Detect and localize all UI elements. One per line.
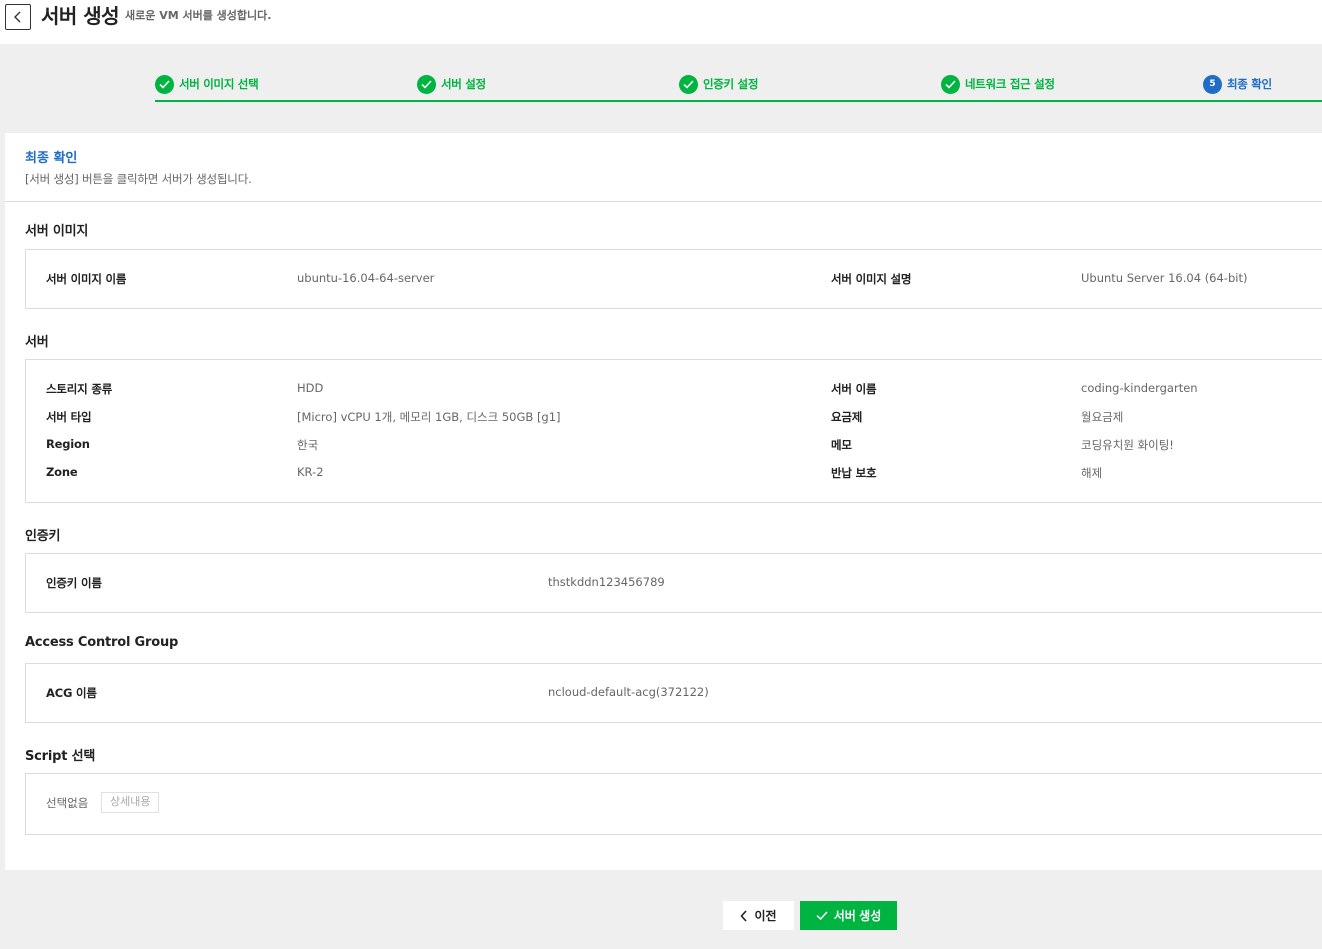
zone-value: KR-2 (297, 465, 324, 479)
memo-value: 코딩유치원 화이팅! (1081, 438, 1174, 452)
step-indicator: 서버 이미지 선택 서버 설정 인증키 설정 네트워크 접근 설정 5 최종 확… (155, 73, 1322, 103)
prev-button-label: 이전 (754, 909, 777, 923)
create-server-button-label: 서버 생성 (833, 909, 882, 923)
check-icon (155, 74, 174, 94)
server-type-value: [Micro] vCPU 1개, 메모리 1GB, 디스크 50GB [g1] (297, 410, 561, 424)
chevron-left-icon (740, 909, 748, 922)
storage-type-label: 스토리지 종류 (46, 382, 113, 396)
section-title-script: Script 선택 (25, 749, 96, 764)
section-title-server: 서버 (25, 335, 49, 350)
step-label: 최종 확인 (1227, 77, 1272, 91)
page-title: 서버 생성 (41, 4, 120, 28)
script-detail-button[interactable]: 상세내용 (101, 792, 160, 813)
check-icon (941, 74, 960, 94)
back-button[interactable] (5, 4, 31, 30)
page-subtitle: 새로운 VM 서버를 생성합니다. (125, 9, 272, 22)
zone-label: Zone (46, 465, 78, 479)
page-header: 서버 생성 새로운 VM 서버를 생성합니다. (0, 0, 1322, 44)
auth-key-box: 인증키 이름 thstkddn123456789 (25, 553, 1322, 613)
prev-button[interactable]: 이전 (723, 901, 794, 930)
server-image-desc-label: 서버 이미지 설명 (831, 272, 912, 286)
step-server-settings[interactable]: 서버 설정 (417, 74, 486, 94)
server-image-name-label: 서버 이미지 이름 (46, 272, 127, 286)
script-box: 선택없음 상세내용 (25, 773, 1322, 835)
step-auth-key[interactable]: 인증키 설정 (679, 74, 758, 94)
section-title-server-image: 서버 이미지 (25, 224, 89, 239)
auth-key-name-label: 인증키 이름 (46, 576, 102, 590)
billing-label: 요금제 (831, 410, 863, 424)
step-label: 인증키 설정 (703, 77, 759, 91)
server-type-label: 서버 타입 (46, 410, 92, 424)
server-name-label: 서버 이름 (831, 382, 877, 396)
final-confirm-panel: 최종 확인 [서버 생성] 버튼을 클릭하면 서버가 생성됩니다. 서버 이미지… (5, 133, 1322, 870)
check-icon (417, 74, 436, 94)
server-box: 스토리지 종류 HDD 서버 타입 [Micro] vCPU 1개, 메모리 1… (25, 359, 1322, 503)
server-image-box: 서버 이미지 이름 ubuntu-16.04-64-server 서버 이미지 … (25, 249, 1322, 309)
step-label: 서버 설정 (441, 77, 486, 91)
server-image-desc-value: Ubuntu Server 16.04 (64-bit) (1081, 271, 1248, 285)
step-progress-line (155, 100, 1322, 102)
step-network-access[interactable]: 네트워크 접근 설정 (941, 74, 1055, 94)
section-title-auth-key: 인증키 (25, 529, 61, 544)
check-icon (816, 911, 828, 920)
final-confirm-description: [서버 생성] 버튼을 클릭하면 서버가 생성됩니다. (25, 172, 252, 186)
server-name-value: coding-kindergarten (1081, 381, 1198, 395)
acg-name-value: ncloud-default-acg(372122) (548, 685, 709, 699)
section-title-acg: Access Control Group (25, 635, 179, 650)
auth-key-name-value: thstkddn123456789 (548, 575, 665, 589)
chevron-left-icon (14, 11, 21, 23)
step-label: 서버 이미지 선택 (179, 77, 259, 91)
server-image-name-value: ubuntu-16.04-64-server (297, 271, 435, 285)
create-server-button[interactable]: 서버 생성 (800, 901, 897, 930)
check-icon (679, 74, 698, 94)
region-label: Region (46, 437, 90, 451)
return-protection-value: 해제 (1081, 466, 1103, 480)
step-label: 네트워크 접근 설정 (965, 77, 1055, 91)
final-confirm-title: 최종 확인 (25, 151, 78, 166)
step-final-confirm[interactable]: 5 최종 확인 (1203, 74, 1272, 94)
acg-name-label: ACG 이름 (46, 686, 97, 700)
billing-value: 월요금제 (1081, 410, 1124, 424)
acg-box: ACG 이름 ncloud-default-acg(372122) (25, 663, 1322, 723)
step-server-image[interactable]: 서버 이미지 선택 (155, 74, 259, 94)
return-protection-label: 반납 보호 (831, 466, 877, 480)
divider (5, 201, 1322, 202)
region-value: 한국 (297, 438, 319, 452)
memo-label: 메모 (831, 438, 852, 452)
script-value: 선택없음 (46, 796, 89, 810)
step-number: 5 (1203, 74, 1222, 94)
storage-type-value: HDD (297, 381, 324, 395)
